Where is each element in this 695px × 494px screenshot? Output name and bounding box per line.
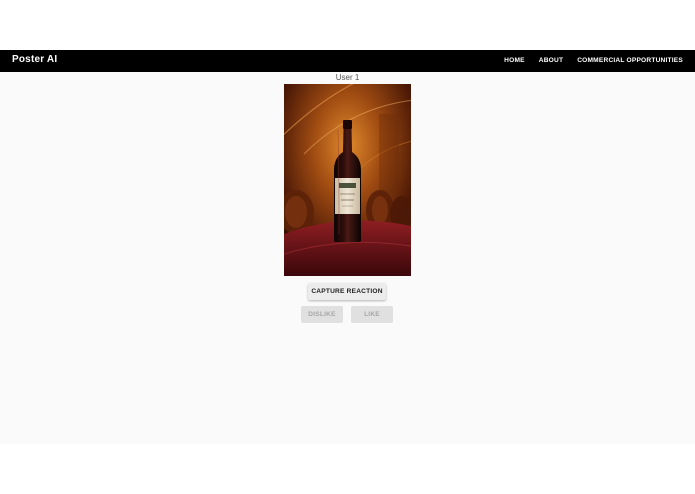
nav-item-home[interactable]: HOME [497,50,532,72]
like-button[interactable]: LIKE [351,306,393,323]
app-frame: Poster AI HOME ABOUT COMMERCIAL OPPORTUN… [0,50,695,444]
user-label: User 1 [335,73,360,82]
wine-bottle-poster-graphic [284,84,411,276]
dislike-button[interactable]: DISLIKE [301,306,343,323]
app-title[interactable]: Poster AI [12,54,57,65]
nav-item-about[interactable]: ABOUT [532,50,570,72]
page: Poster AI HOME ABOUT COMMERCIAL OPPORTUN… [0,0,695,494]
poster-image [284,84,411,276]
main-content: User 1 CAPTURE REACTION DISLIKE LIKE [0,72,695,444]
nav-menu: HOME ABOUT COMMERCIAL OPPORTUNITIES [497,50,683,72]
app-bar: Poster AI HOME ABOUT COMMERCIAL OPPORTUN… [0,50,695,72]
capture-reaction-button[interactable]: CAPTURE REACTION [308,283,386,300]
nav-item-commercial-opportunities[interactable]: COMMERCIAL OPPORTUNITIES [570,50,683,72]
